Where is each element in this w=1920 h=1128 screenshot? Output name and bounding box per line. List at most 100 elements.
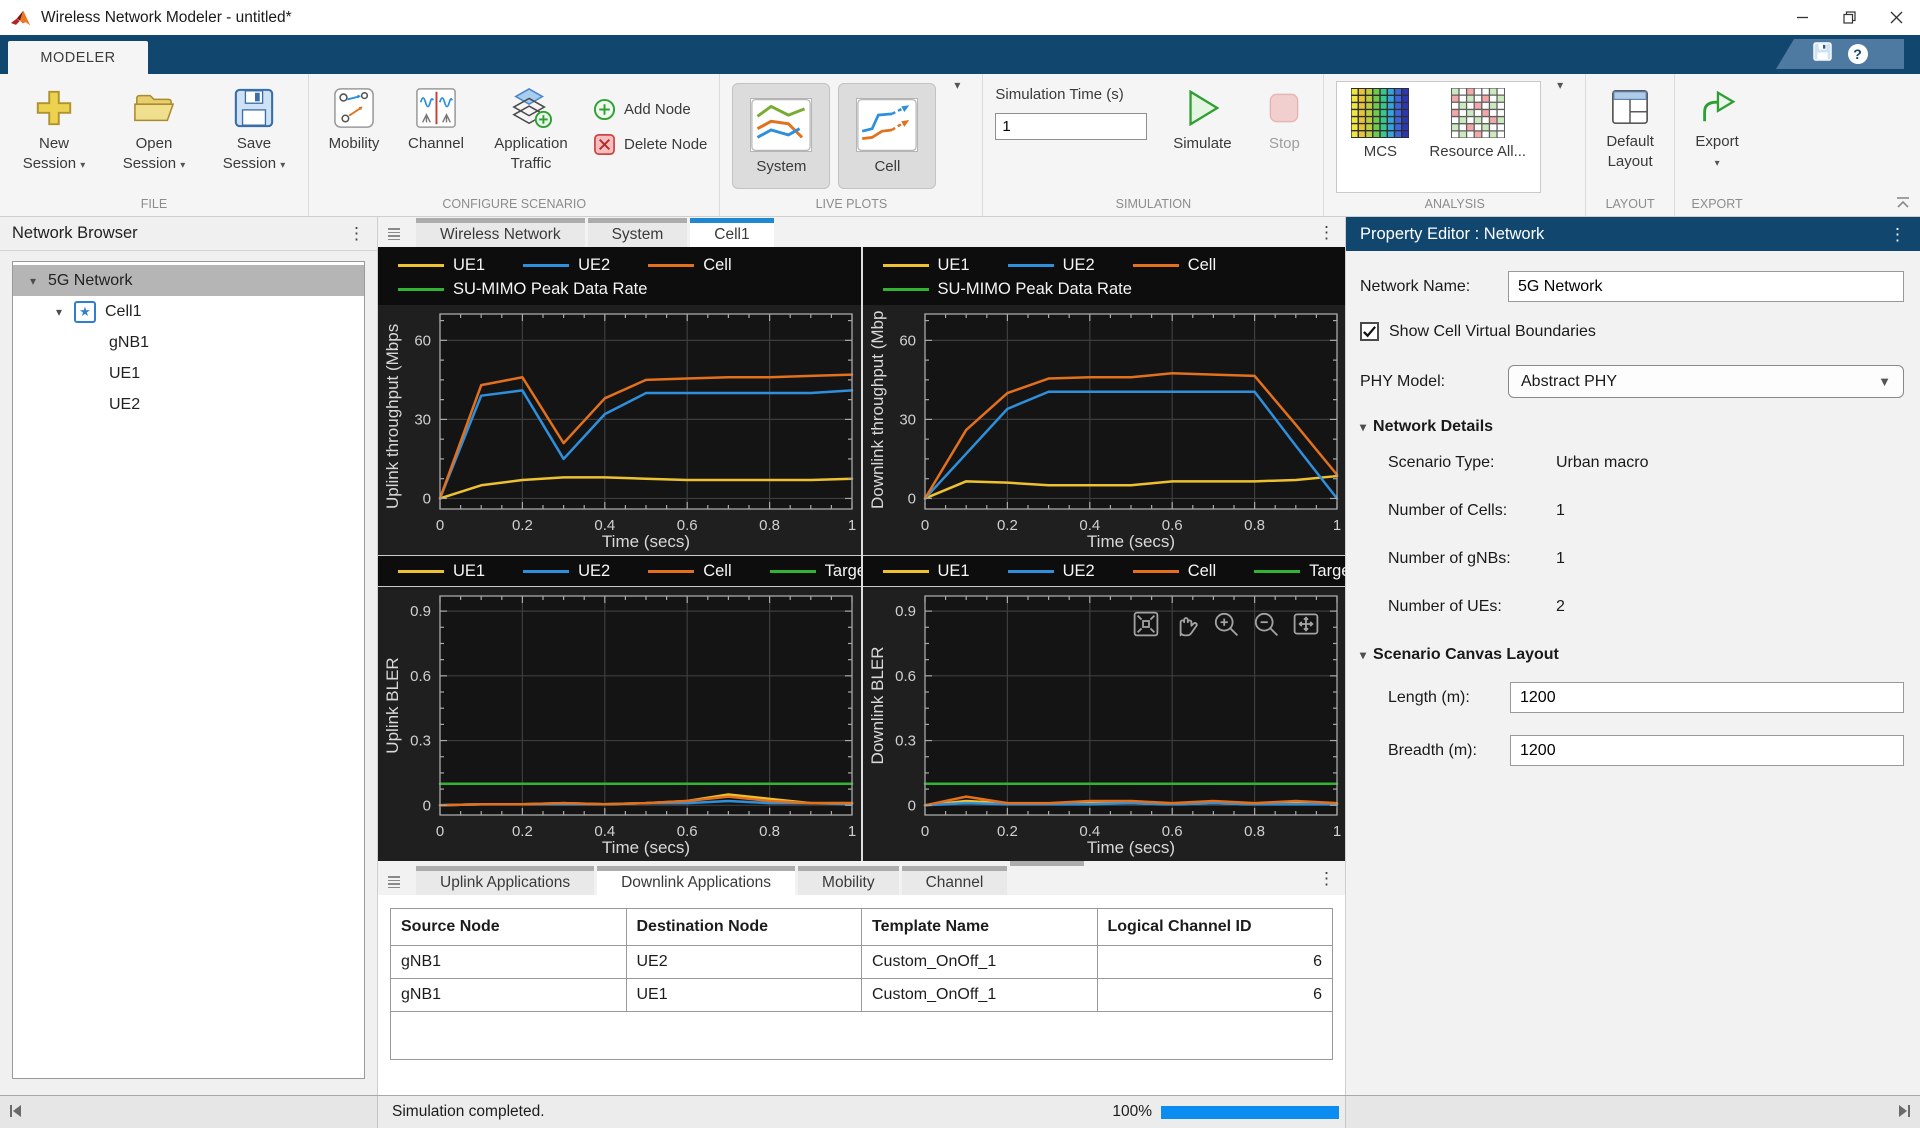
export-icon [1697,87,1737,127]
scenario-canvas-layout-heading[interactable]: ▾ Scenario Canvas Layout [1360,646,1904,664]
tab-uplink-applications[interactable]: Uplink Applications [416,866,594,895]
restore-view-icon[interactable] [1131,609,1161,639]
tab-downlink-applications[interactable]: Downlink Applications [597,866,795,895]
tab-cell1[interactable]: Cell1 [690,218,773,247]
chart-downlink-throughput: 00.20.40.60.8103060Time (secs)Downlink t… [863,305,1346,555]
table-cell[interactable]: UE1 [626,979,862,1012]
analysis-gallery-dropdown[interactable]: ▾ [1547,78,1573,92]
tab-mobility[interactable]: Mobility [798,866,899,895]
svg-text:0.2: 0.2 [996,517,1017,534]
property-editor-menu-icon[interactable]: ⋮ [1889,226,1906,243]
downlink-throughput-legend: UE1UE2CellSU-MIMO Peak Data Rate [863,247,1346,305]
table-empty-row[interactable] [390,1012,1333,1060]
default-layout-button[interactable]: DefaultLayout [1598,78,1662,171]
show-boundaries-label: Show Cell Virtual Boundaries [1389,323,1596,341]
network-browser-panel: Network Browser ⋮ ▾5G Network▾★Cell1gNB1… [0,217,378,1095]
legend-swatch [398,288,444,291]
pan-icon[interactable] [1171,609,1201,639]
quick-save-icon[interactable] [1813,42,1832,66]
length-input[interactable] [1510,682,1904,713]
tab-system[interactable]: System [588,218,688,247]
applications-panel-menu-icon[interactable]: ⋮ [1318,870,1335,887]
fit-view-icon[interactable] [1291,609,1321,639]
plots-panel-menu-icon[interactable]: ⋮ [1318,224,1335,241]
new-session-button[interactable]: New Session ▾ [12,78,96,173]
property-editor-title: Property Editor : Network [1360,225,1544,244]
minimize-button[interactable] [1779,0,1826,35]
section-live-plots: System Cell ▾ LIVE PLOTS [719,74,982,216]
channel-button[interactable]: Channel [403,78,469,154]
simulation-time-input[interactable] [995,113,1147,140]
mobility-button[interactable]: Mobility [321,78,387,154]
svg-text:0.6: 0.6 [895,668,916,685]
table-cell[interactable]: Custom_OnOff_1 [862,979,1098,1012]
svg-text:30: 30 [899,411,916,428]
resource-allocation-button[interactable]: Resource All... [1429,88,1526,192]
tree-item-gnb1[interactable]: gNB1 [13,327,364,358]
tree-expander-icon[interactable]: ▾ [25,274,41,288]
stop-button[interactable]: Stop [1257,78,1311,154]
table-cell[interactable]: gNB1 [391,979,627,1012]
number-of-gnbs-label: Number of gNBs: [1388,550,1556,568]
collapse-left-panel-icon[interactable] [8,1103,24,1122]
tab-wireless-network[interactable]: Wireless Network [416,218,585,247]
legend-item-su-mimo-peak-data-rate: SU-MIMO Peak Data Rate [883,280,1132,299]
restore-button[interactable] [1826,0,1873,35]
table-cell[interactable]: UE2 [626,946,862,979]
system-plots-toggle[interactable]: System [732,83,830,189]
close-button[interactable] [1873,0,1920,35]
tab-modeler[interactable]: MODELER [8,41,148,74]
downlink-throughput-plot[interactable]: 00.20.40.60.8103060Time (secs)Downlink t… [863,305,1346,555]
collapse-right-panel-icon[interactable] [1896,1103,1912,1122]
tree-item-ue2[interactable]: UE2 [13,389,364,420]
network-tree: ▾5G Network▾★Cell1gNB1 UE1 UE2 [12,261,365,1079]
delete-node-button[interactable]: Delete Node [593,133,707,156]
export-button[interactable]: Export▾ [1687,78,1747,171]
cell-plots-toggle[interactable]: Cell [838,83,936,189]
uplink-bler-plot[interactable]: 00.20.40.60.8100.30.60.9Time (secs)Uplin… [378,587,861,861]
network-details-heading[interactable]: ▾ Network Details [1360,418,1904,436]
downlink-bler-plot[interactable]: 00.20.40.60.8100.30.60.9Time (secs)Downl… [863,587,1346,861]
table-cell[interactable]: Custom_OnOff_1 [862,946,1098,979]
zoom-out-icon[interactable] [1251,609,1281,639]
svg-text:0.8: 0.8 [759,517,780,534]
legend-swatch [648,570,694,573]
mcs-button[interactable]: MCS [1351,88,1409,192]
collapse-ribbon-icon[interactable] [1894,195,1912,212]
tree-expander-icon[interactable]: ▾ [51,305,67,319]
tree-item-label: UE1 [109,365,140,383]
network-name-input[interactable] [1508,271,1904,302]
tree-item-5g-network[interactable]: ▾5G Network [13,265,364,296]
simulation-time-label: Simulation Time (s) [995,86,1147,103]
save-session-button[interactable]: Save Session ▾ [212,78,296,173]
table-cell[interactable]: gNB1 [391,946,627,979]
network-browser-menu-icon[interactable]: ⋮ [348,225,365,242]
tab-channel[interactable]: Channel [902,866,1008,895]
legend-item-ue2: UE2 [523,256,610,275]
titlebar: Wireless Network Modeler - untitled* [0,0,1920,35]
application-traffic-icon [508,87,554,129]
table-cell[interactable]: 6 [1097,979,1333,1012]
live-plots-gallery-dropdown[interactable]: ▾ [944,78,970,92]
uplink-throughput-plot[interactable]: 00.20.40.60.8103060Time (secs)Uplink thr… [378,305,861,555]
simulate-button[interactable]: Simulate [1163,78,1241,154]
breadth-input[interactable] [1510,735,1904,766]
panel-grip-icon[interactable] [388,228,408,240]
phy-model-select[interactable]: Abstract PHY ▼ [1508,365,1904,398]
show-boundaries-checkbox[interactable] [1360,322,1379,341]
table-row: gNB1UE2Custom_OnOff_16 [391,946,1333,979]
open-session-button[interactable]: Open Session ▾ [112,78,196,173]
table-cell[interactable]: 6 [1097,946,1333,979]
applications-grip-icon[interactable] [388,876,408,888]
tree-item-cell1[interactable]: ▾★Cell1 [13,296,364,327]
svg-text:0: 0 [920,823,928,840]
application-traffic-button[interactable]: ApplicationTraffic [485,78,577,173]
legend-swatch [523,570,569,573]
tree-item-ue1[interactable]: UE1 [13,358,364,389]
legend-swatch [770,570,816,573]
add-node-button[interactable]: Add Node [593,98,707,121]
help-icon[interactable]: ? [1848,44,1868,64]
svg-text:0: 0 [436,823,444,840]
zoom-in-icon[interactable] [1211,609,1241,639]
table-body: gNB1UE2Custom_OnOff_16gNB1UE1Custom_OnOf… [391,946,1333,1012]
